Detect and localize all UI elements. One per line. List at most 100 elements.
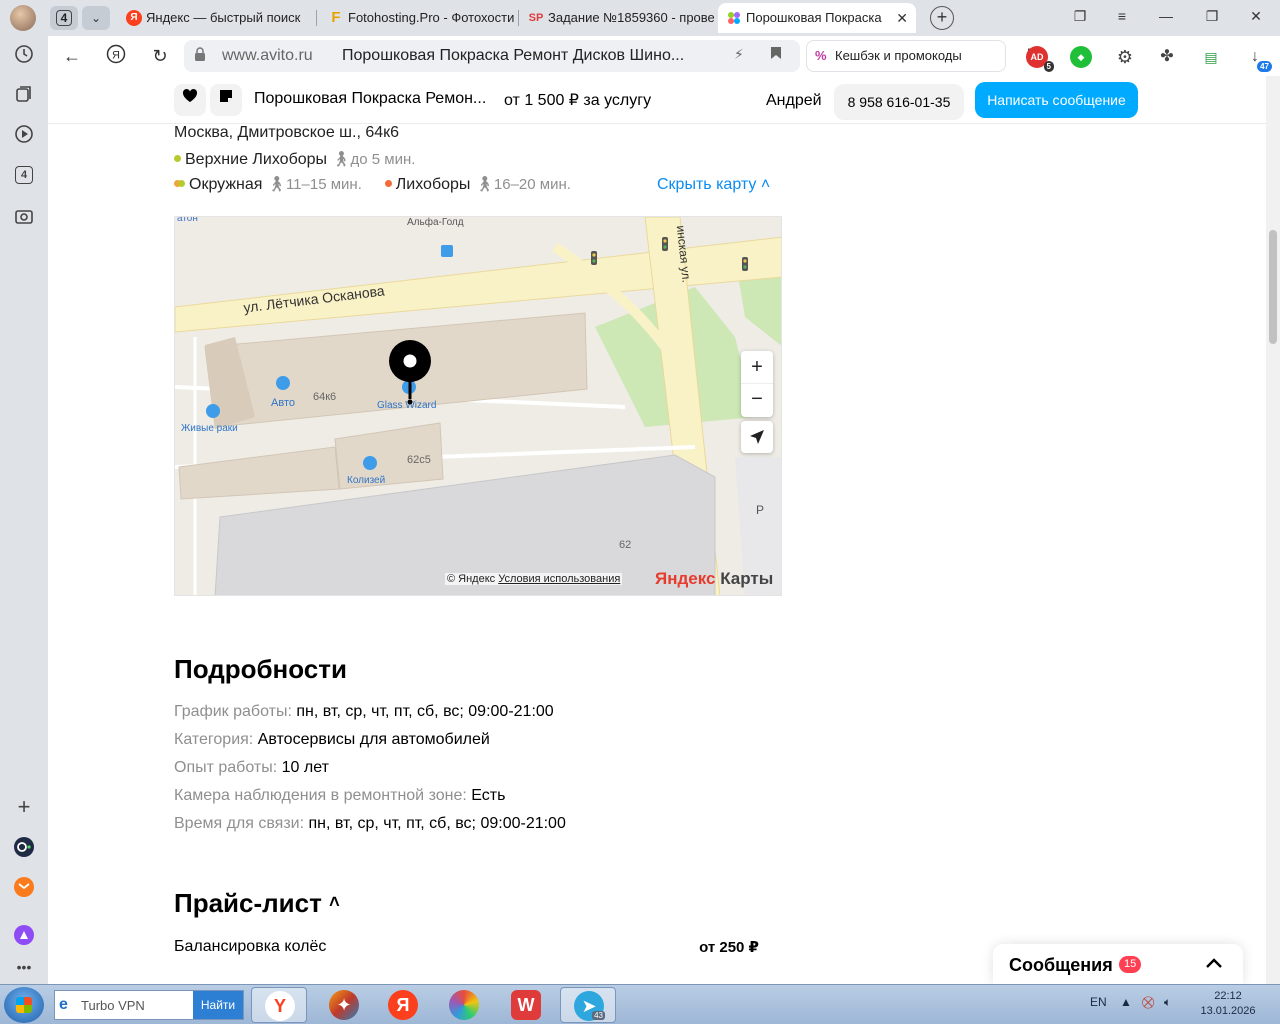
price-item: Балансировка колёс от 250 ₽ [174, 938, 759, 956]
map-building-label: 64к6 [313, 391, 337, 403]
browser-toolbar: ← Я ↻ www.avito.ru Порошковая Покраска Р… [48, 36, 1280, 76]
color-wheel-icon [449, 990, 479, 1020]
address-domain: www.avito.ru [222, 47, 313, 64]
windows-logo-icon [16, 997, 32, 1013]
percent-icon: % [815, 48, 827, 63]
map-zoom-control: + − [741, 351, 773, 417]
write-message-button[interactable]: Написать сообщение [975, 82, 1138, 118]
scrollbar-thumb[interactable] [1269, 230, 1277, 344]
windows-taskbar: e Turbo VPN Найти Y ✦ Я W ➤ 43 EN ▲ ⛒ 🔈︎… [0, 984, 1280, 1024]
feed-ext-icon[interactable]: ▤ [1200, 46, 1222, 68]
puzzle-ext-icon[interactable]: ✤ [1156, 46, 1178, 68]
alice-circle-icon[interactable] [13, 836, 35, 858]
fotohosting-favicon-icon: F [331, 9, 341, 26]
reload-icon[interactable]: ↻ [148, 44, 172, 68]
map-building-label: 62с5 [407, 454, 431, 466]
taskbar-bird-app[interactable]: ✦ [316, 987, 372, 1023]
tray-expand-icon[interactable]: ▲ [1120, 995, 1132, 1009]
taskbar-yandex-browser[interactable]: Y [251, 987, 307, 1023]
map-copyright: © Яндекс Условия использования [445, 573, 623, 585]
system-clock[interactable]: 22:12 13.01.2026 [1196, 989, 1260, 1019]
address-bar[interactable]: www.avito.ru Порошковая Покраска Ремонт … [184, 40, 800, 72]
pricelist-toggle[interactable]: Прайс-лист ˄ [174, 888, 340, 919]
taskbar-wps[interactable]: W [498, 987, 554, 1023]
add-panel-icon[interactable]: + [13, 796, 35, 818]
zoom-out-button[interactable]: − [741, 384, 773, 417]
more-dots-icon[interactable]: ••• [13, 956, 35, 978]
sticky-header: Порошковая Покраска Ремон... от 1 500 ₽ … [48, 76, 1266, 124]
map-terms-link[interactable]: Условия использования [498, 573, 620, 585]
metro-line-dot [384, 180, 392, 187]
tab-count-button[interactable]: 4 [50, 6, 78, 30]
protect-off-icon[interactable]: ⚡ [734, 46, 744, 63]
tab-fotohosting[interactable]: F Fotohosting.Pro - Фотохостинг [320, 3, 514, 33]
chevron-up-icon: ˄ [329, 892, 340, 912]
map-location-pin-icon[interactable] [387, 339, 433, 410]
taskbar-color-app[interactable] [436, 987, 492, 1023]
header-price: от 1 500 ₽ за услугу [504, 92, 652, 109]
map-building-label: 62 [619, 539, 632, 551]
language-indicator[interactable]: EN [1090, 995, 1107, 1009]
taskbar-telegram[interactable]: ➤ 43 [560, 987, 616, 1023]
cashback-button[interactable]: % Кешбэк и промокоды ⋮ [806, 40, 1037, 72]
menu-icon[interactable]: ≡ [1110, 8, 1134, 24]
browser-tab-bar: 4 ⌄ Я Яндекс — быстрый поиск F Fotohosti… [0, 0, 1280, 36]
back-arrow-icon[interactable]: ← [60, 44, 84, 68]
speaker-icon[interactable]: 🔈︎ [1164, 995, 1171, 1010]
messages-panel[interactable]: Сообщения 15 [993, 944, 1243, 984]
restore-icon[interactable]: ❐ [1200, 8, 1224, 25]
adblock-ext-icon[interactable]: AD 5 [1026, 46, 1054, 72]
zoom-in-button[interactable]: + [741, 351, 773, 384]
page-scrollbar[interactable] [1266, 76, 1280, 984]
telegram-badge: 43 [592, 1011, 605, 1020]
video-play-icon[interactable] [13, 124, 35, 146]
collections-icon[interactable] [13, 84, 35, 106]
header-seller-name[interactable]: Андрей [766, 92, 822, 110]
heart-icon [182, 89, 198, 102]
taskbar-search-box[interactable]: e Turbo VPN Найти [54, 990, 244, 1020]
profile-avatar[interactable] [10, 5, 36, 31]
metro-line-dot [178, 180, 185, 187]
network-warning-icon[interactable]: ⛒ [1142, 995, 1154, 1010]
search-go-button[interactable]: Найти [193, 991, 243, 1019]
chevron-up-icon[interactable] [1205, 952, 1223, 975]
tab-yandex[interactable]: Я Яндекс — быстрый поиск [118, 3, 312, 33]
bookmark-icon[interactable] [770, 46, 782, 63]
tabs-count-badge[interactable]: 4 [15, 166, 33, 184]
minimize-icon[interactable]: — [1154, 8, 1178, 24]
taskbar-yandex[interactable]: Я [375, 987, 431, 1023]
tab-close-icon[interactable]: ✕ [896, 3, 908, 33]
new-tab-button[interactable]: + [930, 6, 954, 30]
gear-ext-icon[interactable]: ⚙ [1114, 46, 1136, 68]
start-button[interactable] [4, 987, 44, 1023]
walking-person-icon: 🚶︎ [266, 176, 286, 193]
lock-icon[interactable] [194, 47, 206, 64]
tab-collections-icon[interactable]: ❐ [1068, 8, 1092, 25]
downloads-icon[interactable]: ↓ 47 [1244, 46, 1272, 72]
yandex-home-icon[interactable]: Я [104, 44, 128, 68]
chevron-up-icon: ˄ [760, 176, 771, 193]
map-poi-label: Живые раки [181, 423, 238, 434]
mail-icon[interactable] [13, 876, 35, 898]
green-ext-icon[interactable]: ◆ [1070, 46, 1092, 68]
favorite-heart-button[interactable] [174, 84, 206, 116]
tabs-menu-chevron-icon[interactable]: ⌄ [82, 6, 110, 30]
walking-person-icon: 🚶︎ [331, 151, 351, 168]
screenshot-camera-icon[interactable] [13, 206, 35, 228]
alice-assistant-icon[interactable] [13, 924, 35, 946]
map-poi-label: Авто [271, 397, 295, 409]
history-icon[interactable] [13, 44, 35, 66]
hide-map-link[interactable]: Скрыть карту ˄ [657, 176, 770, 194]
yandex-browser-icon: Y [265, 991, 295, 1021]
geolocation-button[interactable] [741, 421, 773, 453]
detail-row: Время для связи: пн, вт, ср, чт, пт, сб,… [174, 815, 566, 832]
tab-avito-active[interactable]: Порошковая Покраска ✕ [718, 3, 916, 33]
note-button[interactable] [210, 84, 242, 116]
map-poi-label: Альфа-Голд [407, 217, 464, 228]
tab-task[interactable]: SP Задание №1859360 - проверка [520, 3, 714, 33]
yandex-map[interactable]: ул. Лётчика Осканова инская ул. Альфа-Го… [174, 216, 782, 596]
show-phone-button[interactable]: 8 958 616-01-35 [834, 84, 964, 120]
close-window-icon[interactable]: ✕ [1244, 8, 1268, 25]
detail-row: Категория: Автосервисы для автомобилей [174, 731, 490, 748]
yandex-maps-logo[interactable]: Яндекс Карты [655, 569, 773, 589]
